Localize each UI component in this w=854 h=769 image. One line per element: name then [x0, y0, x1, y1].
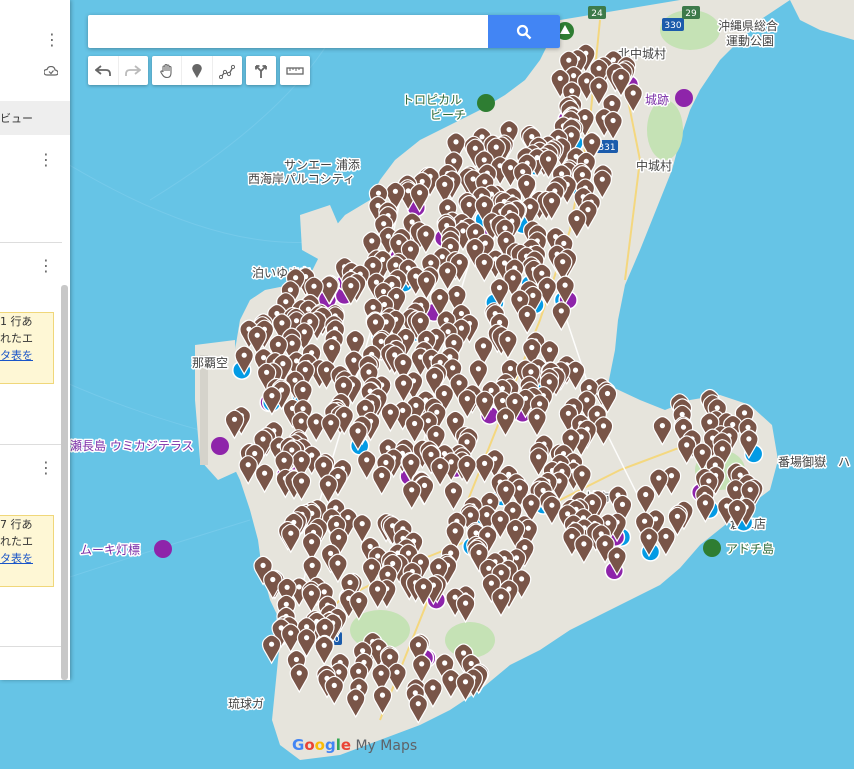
map-canvas[interactable]: 24 330 331 29 250 北中城村 沖縄県総合 運動公園 トロピカル …	[0, 0, 854, 769]
notice2-link[interactable]: タ表を	[0, 550, 53, 567]
panel-scrollbar[interactable]	[61, 285, 68, 680]
label-sunae-2: 西海岸パルコシティ	[248, 171, 355, 186]
label-naha-airport: 那覇空	[192, 356, 228, 370]
label-okinawa-sports: 沖縄県総合	[718, 18, 778, 33]
adachi-poi-icon[interactable]	[703, 539, 721, 557]
draw-toolbar	[152, 56, 242, 85]
import-notice-2: 7 行あ れたエ タ表を	[0, 515, 54, 587]
label-ryukyu: 琉球ガ	[228, 697, 264, 711]
label-tropical-beach-2: ビーチ	[430, 108, 466, 122]
directions-icon	[255, 64, 267, 78]
label-okinawa-sports-2: 運動公園	[726, 34, 774, 48]
layer-divider	[0, 242, 62, 243]
search-icon	[516, 24, 532, 39]
notice2-line1: 7 行あ	[0, 518, 33, 531]
pan-button[interactable]	[152, 56, 183, 85]
label-sunae: サンエー 浦添	[284, 158, 360, 172]
preview-label: ビュー	[0, 112, 33, 125]
measure-button[interactable]	[280, 56, 310, 85]
umikaji-poi-icon[interactable]	[211, 437, 229, 455]
layer-divider	[0, 646, 62, 647]
directions-toolbar	[246, 56, 276, 85]
layer1-menu-kebab-icon[interactable]: ⋮	[38, 152, 54, 168]
hand-icon	[159, 63, 172, 78]
notice1-link[interactable]: タ表を	[0, 347, 53, 364]
map-menu-kebab-icon[interactable]: ⋮	[44, 32, 60, 48]
notice1-line1: 1 行あ	[0, 315, 33, 328]
history-toolbar	[88, 56, 148, 85]
directions-button[interactable]	[246, 56, 276, 85]
road-shield-24: 24	[591, 9, 603, 19]
cloud-saved-icon	[44, 66, 58, 76]
label-umikaji: 瀬長島 ウミカジテラス	[70, 438, 194, 453]
road-shield-29: 29	[685, 9, 697, 19]
layer2-menu-kebab-icon[interactable]: ⋮	[38, 258, 54, 274]
label-tropical-beach: トロピカル	[402, 93, 462, 107]
layer-divider	[0, 444, 62, 445]
label-nakagusuku: 中城村	[636, 158, 672, 173]
label-castle: 城跡	[645, 92, 669, 107]
undo-button[interactable]	[88, 56, 119, 85]
undo-icon	[94, 64, 111, 76]
search-input[interactable]	[88, 15, 498, 48]
label-ha: ハ	[838, 455, 850, 469]
castle-poi-icon[interactable]	[675, 89, 693, 107]
search-box	[88, 15, 560, 48]
search-button[interactable]	[488, 15, 560, 48]
draw-line-button[interactable]	[213, 56, 242, 85]
draw-line-icon	[219, 64, 236, 79]
redo-button[interactable]	[119, 56, 149, 85]
layer3-menu-kebab-icon[interactable]: ⋮	[38, 460, 54, 476]
measure-toolbar	[280, 56, 310, 85]
beach-poi-icon[interactable]	[477, 94, 495, 112]
google-my-maps-logo: Google My Maps	[292, 736, 418, 754]
redo-icon	[125, 64, 142, 76]
muki-poi-icon[interactable]	[154, 540, 172, 558]
add-marker-button[interactable]	[182, 56, 213, 85]
logo-maps-text: My Maps	[351, 738, 418, 754]
road-shield-330: 330	[664, 21, 681, 31]
preview-row[interactable]: ビュー	[0, 101, 70, 135]
label-baba: 番場御嶽	[778, 454, 826, 469]
layers-panel: ⋮ ビュー ⋮ ⋮ 1 行あ れたエ タ表を ⋮ 7 行あ れたエ タ表を	[0, 0, 70, 680]
marker-icon	[192, 63, 202, 78]
notice2-line2: れたエ	[0, 535, 33, 548]
ruler-icon	[286, 66, 304, 75]
label-adachi: アドチ島	[726, 541, 774, 556]
notice1-line2: れたエ	[0, 332, 33, 345]
label-muki: ムーキ灯標	[80, 543, 140, 557]
import-notice-1: 1 行あ れたエ タ表を	[0, 312, 54, 384]
